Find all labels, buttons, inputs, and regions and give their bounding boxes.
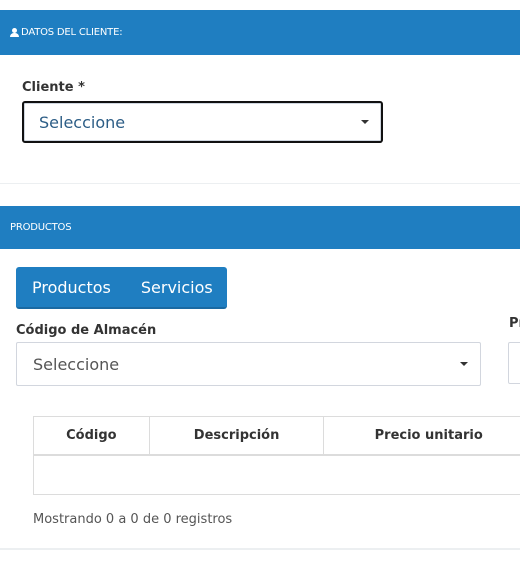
cut-off-label: Pr bbox=[509, 316, 520, 331]
column-header-precio-unitario[interactable]: Precio unitario bbox=[324, 417, 520, 454]
column-header-codigo[interactable]: Código bbox=[34, 417, 150, 454]
cliente-label: Cliente * bbox=[22, 80, 85, 95]
cliente-select[interactable]: Seleccione bbox=[22, 101, 383, 143]
almacen-select[interactable]: Seleccione bbox=[16, 342, 481, 386]
caret-down-icon bbox=[361, 120, 369, 124]
cliente-section-header: DATOS DEL CLIENTE: bbox=[0, 10, 520, 55]
tab-productos[interactable]: Productos bbox=[16, 278, 111, 297]
productos-section-header: PRODUCTOS bbox=[0, 206, 520, 249]
tab-servicios[interactable]: Servicios bbox=[111, 278, 213, 297]
section-divider bbox=[0, 183, 520, 184]
almacen-select-value: Seleccione bbox=[33, 354, 120, 374]
table-body-empty bbox=[34, 456, 520, 494]
section-divider bbox=[0, 548, 520, 550]
table-header: Código Descripción Precio unitario bbox=[34, 417, 520, 456]
almacen-label: Código de Almacén bbox=[16, 323, 157, 338]
caret-down-icon bbox=[460, 362, 468, 366]
cut-off-select[interactable] bbox=[508, 342, 520, 384]
productos-section-title: PRODUCTOS bbox=[10, 222, 72, 233]
top-spacer bbox=[0, 0, 520, 10]
user-icon bbox=[10, 28, 19, 37]
cliente-select-value: Seleccione bbox=[39, 112, 126, 132]
cliente-section-title: DATOS DEL CLIENTE: bbox=[21, 27, 123, 38]
table-info: Mostrando 0 a 0 de 0 registros bbox=[33, 512, 233, 527]
product-type-tabs: Productos Servicios bbox=[16, 267, 227, 309]
products-table: Código Descripción Precio unitario bbox=[33, 416, 520, 495]
column-header-descripcion[interactable]: Descripción bbox=[150, 417, 325, 454]
